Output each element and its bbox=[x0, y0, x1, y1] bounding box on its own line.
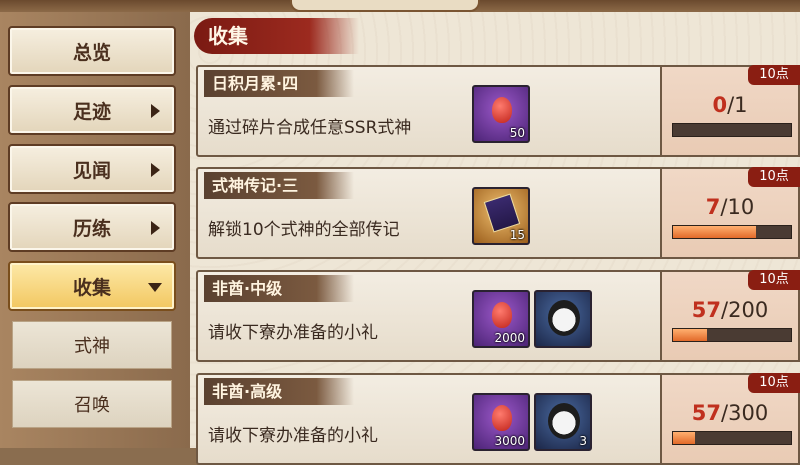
points-badge: 10点 bbox=[748, 167, 800, 187]
reward-item[interactable]: 3 bbox=[534, 393, 592, 451]
task-description: 解锁10个式神的全部传记 bbox=[208, 220, 400, 240]
task-title: 日积月累·四 bbox=[204, 70, 354, 97]
nav-label: 总览 bbox=[72, 41, 111, 64]
points-badge: 10点 bbox=[748, 270, 800, 290]
reward-item[interactable]: 15 bbox=[472, 187, 530, 245]
reward-quantity: 15 bbox=[509, 228, 525, 242]
task-title: 式神传记·三 bbox=[204, 172, 354, 199]
progress-count: 57/200 bbox=[662, 298, 798, 322]
jade-icon bbox=[492, 302, 512, 328]
subnav-label: 式神 bbox=[74, 336, 110, 357]
chevron-right-icon bbox=[151, 221, 160, 235]
nav-collection-button[interactable]: 收集 bbox=[8, 261, 176, 311]
nav-label: 足迹 bbox=[72, 100, 111, 123]
daruma-icon bbox=[548, 300, 580, 336]
progress-current: 57 bbox=[691, 298, 722, 322]
reward-quantity: 50 bbox=[509, 126, 525, 140]
nav-knowledge-button[interactable]: 见闻 bbox=[8, 144, 176, 194]
nav-label: 见闻 bbox=[72, 159, 111, 182]
subnav-label: 召唤 bbox=[74, 395, 110, 416]
reward-quantity: 3 bbox=[579, 434, 587, 448]
top-tab bbox=[290, 0, 480, 12]
nav-label: 收集 bbox=[72, 276, 111, 299]
progress-fill bbox=[673, 226, 756, 238]
task-description: 通过碎片合成任意SSR式神 bbox=[208, 118, 412, 138]
task-description: 请收下寮办准备的小礼 bbox=[208, 323, 378, 343]
task-progress: 10点 0/1 bbox=[660, 65, 800, 157]
progress-bar bbox=[672, 431, 792, 445]
reward-item[interactable] bbox=[534, 290, 592, 348]
reward-quantity: 3000 bbox=[494, 434, 525, 448]
task-progress: 10点 57/200 bbox=[660, 270, 800, 362]
reward-item[interactable]: 50 bbox=[472, 85, 530, 143]
progress-count: 7/10 bbox=[662, 195, 798, 219]
progress-bar bbox=[672, 328, 792, 342]
subnav-shikigami-button[interactable]: 式神 bbox=[12, 321, 172, 369]
points-badge: 10点 bbox=[748, 65, 800, 85]
task-progress: 10点 7/10 bbox=[660, 167, 800, 259]
progress-bar bbox=[672, 225, 792, 239]
reward-item[interactable]: 3000 bbox=[472, 393, 530, 451]
chevron-down-icon bbox=[148, 283, 162, 292]
progress-current: 0 bbox=[712, 93, 728, 117]
daruma-icon bbox=[548, 403, 580, 439]
nav-label: 历练 bbox=[72, 217, 111, 240]
nav-overview-button[interactable]: 总览 bbox=[8, 26, 176, 76]
progress-total: /1 bbox=[727, 93, 748, 117]
task-title: 非酋·中级 bbox=[204, 275, 354, 302]
progress-bar bbox=[672, 123, 792, 137]
progress-fill bbox=[673, 329, 707, 341]
reward-item[interactable]: 2000 bbox=[472, 290, 530, 348]
reward-quantity: 2000 bbox=[494, 331, 525, 345]
progress-current: 57 bbox=[691, 401, 722, 425]
progress-total: /300 bbox=[721, 401, 769, 425]
task-progress: 10点 57/300 bbox=[660, 373, 800, 465]
chevron-right-icon bbox=[151, 163, 160, 177]
jade-icon bbox=[492, 405, 512, 431]
progress-current: 7 bbox=[705, 195, 721, 219]
task-description: 请收下寮办准备的小礼 bbox=[208, 426, 378, 446]
progress-fill bbox=[673, 432, 696, 444]
progress-count: 57/300 bbox=[662, 401, 798, 425]
task-title: 非酋·高级 bbox=[204, 378, 354, 405]
nav-training-button[interactable]: 历练 bbox=[8, 202, 176, 252]
points-badge: 10点 bbox=[748, 373, 800, 393]
subnav-summon-button[interactable]: 召唤 bbox=[12, 380, 172, 428]
nav-footprint-button[interactable]: 足迹 bbox=[8, 85, 176, 135]
progress-total: /10 bbox=[720, 195, 755, 219]
top-bar bbox=[0, 0, 800, 12]
progress-total: /200 bbox=[721, 298, 769, 322]
progress-count: 0/1 bbox=[662, 93, 798, 117]
section-title: 收集 bbox=[194, 18, 359, 54]
jade-icon bbox=[492, 97, 512, 123]
scroll-icon bbox=[483, 193, 521, 233]
chevron-right-icon bbox=[151, 104, 160, 118]
